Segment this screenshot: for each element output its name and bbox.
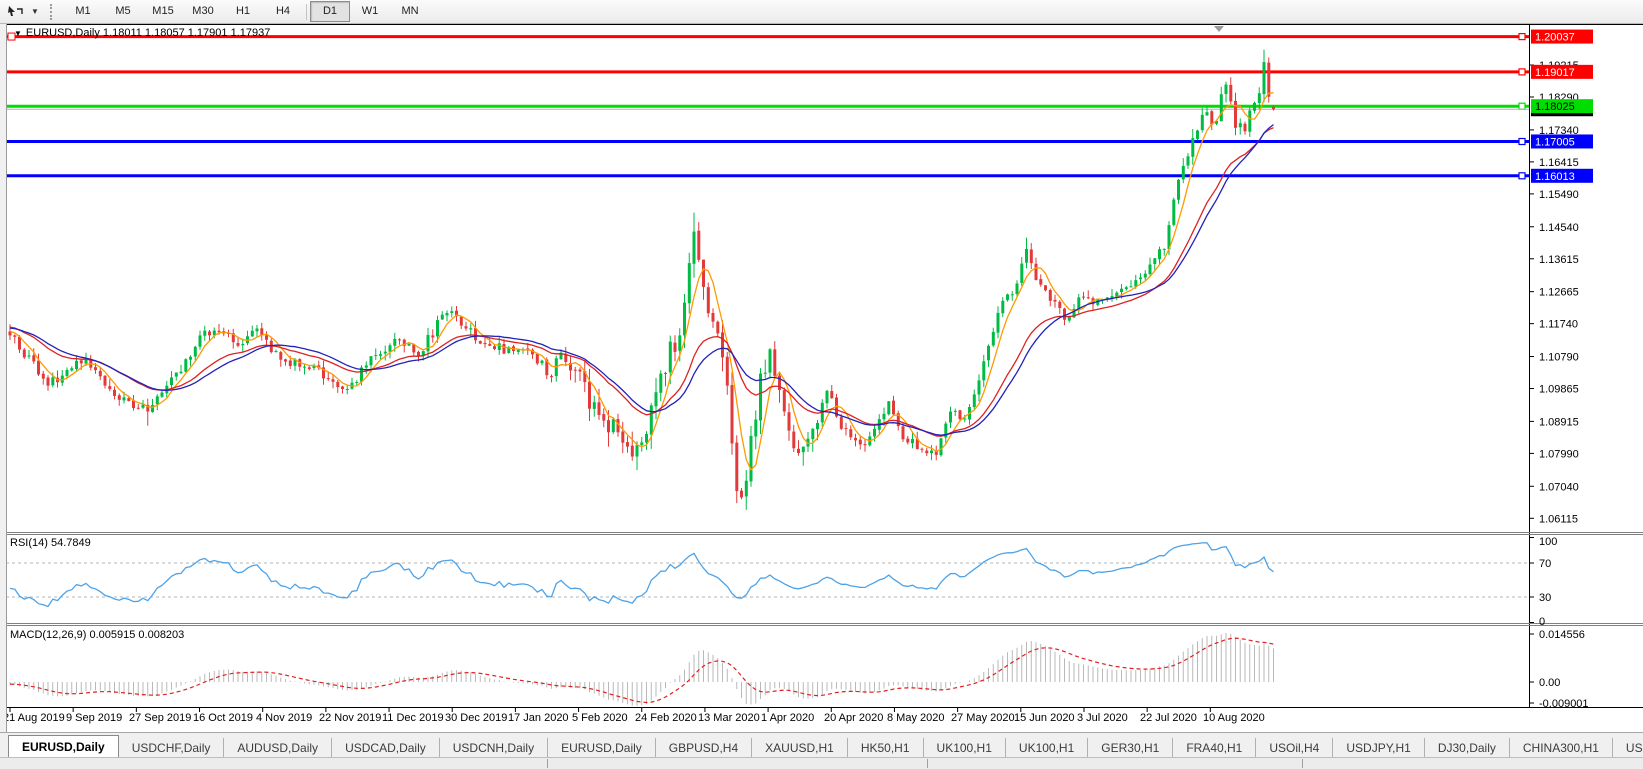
chart-title-dropdown-icon: ▼	[14, 29, 22, 38]
chart-tab-dj30-daily-15[interactable]: DJ30,Daily	[1424, 738, 1509, 758]
svg-text:24 Feb 2020: 24 Feb 2020	[635, 712, 697, 724]
toolbar-separator	[306, 4, 307, 20]
svg-text:1.18025: 1.18025	[1535, 101, 1575, 113]
svg-text:22 Jul 2020: 22 Jul 2020	[1140, 712, 1197, 724]
svg-text:1.10790: 1.10790	[1539, 352, 1579, 364]
chart-tab-xauusd-h1-7[interactable]: XAUUSD,H1	[751, 738, 847, 758]
chart-tab-usdchf-daily-1[interactable]: USDCHF,Daily	[119, 738, 224, 758]
chart-title-text: EURUSD,Daily 1.18011 1.18057 1.17901 1.1…	[26, 27, 270, 39]
svg-text:0.014556: 0.014556	[1539, 629, 1585, 641]
timeframe-button-d1[interactable]: D1	[310, 1, 350, 22]
chevron-down-icon: ▼	[31, 7, 39, 16]
h-line-handle[interactable]	[1519, 139, 1525, 145]
svg-text:1.09865: 1.09865	[1539, 384, 1579, 396]
svg-text:8 May 2020: 8 May 2020	[887, 712, 944, 724]
chart-tab-usdcad-daily-3[interactable]: USDCAD,Daily	[331, 738, 439, 758]
svg-text:1.12665: 1.12665	[1539, 287, 1579, 299]
chart-tab-fra40-h1-12[interactable]: FRA40,H1	[1172, 738, 1255, 758]
toolbar-grip[interactable]	[50, 4, 57, 20]
svg-text:1.16013: 1.16013	[1535, 171, 1575, 183]
svg-text:3 Jul 2020: 3 Jul 2020	[1077, 712, 1128, 724]
svg-text:1.20037: 1.20037	[1535, 32, 1575, 44]
h-line-handle[interactable]	[1519, 103, 1525, 109]
svg-text:1.06115: 1.06115	[1539, 513, 1578, 525]
svg-text:9 Sep 2019: 9 Sep 2019	[66, 712, 122, 724]
svg-text:27 May 2020: 27 May 2020	[951, 712, 1015, 724]
svg-text:1.13615: 1.13615	[1539, 254, 1579, 266]
h-line-handle[interactable]	[1519, 173, 1525, 179]
chart-tab-china300-h1-16[interactable]: CHINA300,H1	[1509, 738, 1612, 758]
timeframe-button-m1[interactable]: M1	[63, 1, 103, 22]
strip-tick	[927, 759, 928, 768]
svg-text:17 Jan 2020: 17 Jan 2020	[508, 712, 569, 724]
chart-tab-usoil-h1-17[interactable]: USOil,H1	[1612, 738, 1643, 758]
svg-text:5 Feb 2020: 5 Feb 2020	[572, 712, 628, 724]
svg-text:30: 30	[1539, 592, 1551, 604]
cursor-arrows-icon	[7, 5, 23, 19]
chart-tab-eurusd-daily-5[interactable]: EURUSD,Daily	[547, 738, 655, 758]
bottom-strip	[0, 757, 1643, 769]
chart-tab-hk50-h1-8[interactable]: HK50,H1	[847, 738, 923, 758]
chart-tab-uk100-h1-9[interactable]: UK100,H1	[923, 738, 1005, 758]
h-line-handle[interactable]	[1519, 69, 1525, 75]
svg-text:1.07040: 1.07040	[1539, 481, 1579, 493]
strip-tick	[1302, 759, 1303, 768]
svg-text:10 Aug 2020: 10 Aug 2020	[1203, 712, 1265, 724]
svg-text:1.17005: 1.17005	[1535, 136, 1575, 148]
timeframe-buttons: M1M5M15M30H1H4 D1W1MN	[63, 1, 430, 22]
rsi-indicator-label: RSI(14) 54.7849	[10, 537, 91, 549]
svg-text:21 Aug 2019: 21 Aug 2019	[3, 712, 65, 724]
svg-text:20 Apr 2020: 20 Apr 2020	[824, 712, 883, 724]
svg-text:1.11740: 1.11740	[1539, 319, 1578, 331]
chart-tab-bar: EURUSD,DailyUSDCHF,DailyAUDUSD,DailyUSDC…	[0, 732, 1643, 758]
chart-background	[0, 24, 1643, 757]
svg-text:1.14540: 1.14540	[1539, 222, 1579, 234]
svg-text:0.00: 0.00	[1539, 677, 1560, 689]
svg-text:1.07990: 1.07990	[1539, 448, 1579, 460]
chart-tab-usoil-h4-13[interactable]: USOil,H4	[1255, 738, 1332, 758]
cursor-tool-dropdown[interactable]: ▼	[28, 2, 42, 21]
chart-title: ▼ EURUSD,Daily 1.18011 1.18057 1.17901 1…	[14, 27, 270, 39]
svg-text:100: 100	[1539, 536, 1557, 548]
top-toolbar: ▼ M1M5M15M30H1H4 D1W1MN	[0, 0, 1643, 24]
timeframe-button-w1[interactable]: W1	[350, 1, 390, 22]
strip-tick	[547, 759, 548, 768]
window-left-edge	[0, 23, 7, 768]
chart-tab-ger30-h1-11[interactable]: GER30,H1	[1087, 738, 1172, 758]
svg-text:1.15490: 1.15490	[1539, 189, 1579, 201]
timeframe-button-m5[interactable]: M5	[103, 1, 143, 22]
chart-tab-usdcnh-daily-4[interactable]: USDCNH,Daily	[439, 738, 547, 758]
timeframe-button-m15[interactable]: M15	[143, 1, 183, 22]
svg-text:22 Nov 2019: 22 Nov 2019	[319, 712, 381, 724]
svg-text:1.16415: 1.16415	[1539, 157, 1579, 169]
svg-text:-0.009001: -0.009001	[1539, 698, 1589, 710]
svg-text:15 Jun 2020: 15 Jun 2020	[1014, 712, 1075, 724]
chart-canvas[interactable]: 1.192151.182901.173401.164151.154901.145…	[0, 0, 1643, 768]
svg-text:16 Oct 2019: 16 Oct 2019	[193, 712, 253, 724]
chart-tab-audusd-daily-2[interactable]: AUDUSD,Daily	[223, 738, 331, 758]
macd-indicator-label: MACD(12,26,9) 0.005915 0.008203	[10, 629, 184, 641]
svg-text:1 Apr 2020: 1 Apr 2020	[761, 712, 814, 724]
svg-text:70: 70	[1539, 558, 1551, 570]
svg-text:0: 0	[1539, 616, 1545, 628]
chart-tab-gbpusd-h4-6[interactable]: GBPUSD,H4	[655, 738, 751, 758]
svg-text:27 Sep 2019: 27 Sep 2019	[129, 712, 191, 724]
chart-tab-eurusd-daily-0[interactable]: EURUSD,Daily	[8, 735, 119, 758]
timeframe-button-mn[interactable]: MN	[390, 1, 430, 22]
svg-text:1.08915: 1.08915	[1539, 416, 1579, 428]
svg-text:1.19017: 1.19017	[1535, 67, 1575, 79]
timeframe-button-h4[interactable]: H4	[263, 1, 303, 22]
svg-text:13 Mar 2020: 13 Mar 2020	[698, 712, 760, 724]
h-line-handle[interactable]	[1519, 34, 1525, 40]
timeframe-button-m30[interactable]: M30	[183, 1, 223, 22]
svg-text:30 Dec 2019: 30 Dec 2019	[445, 712, 507, 724]
chart-tab-usdjpy-h1-14[interactable]: USDJPY,H1	[1332, 738, 1423, 758]
svg-text:4 Nov 2019: 4 Nov 2019	[256, 712, 312, 724]
svg-text:11 Dec 2019: 11 Dec 2019	[382, 712, 444, 724]
chart-tab-uk100-h1-10[interactable]: UK100,H1	[1005, 738, 1087, 758]
cursor-tool-button[interactable]	[2, 2, 28, 21]
timeframe-button-h1[interactable]: H1	[223, 1, 263, 22]
